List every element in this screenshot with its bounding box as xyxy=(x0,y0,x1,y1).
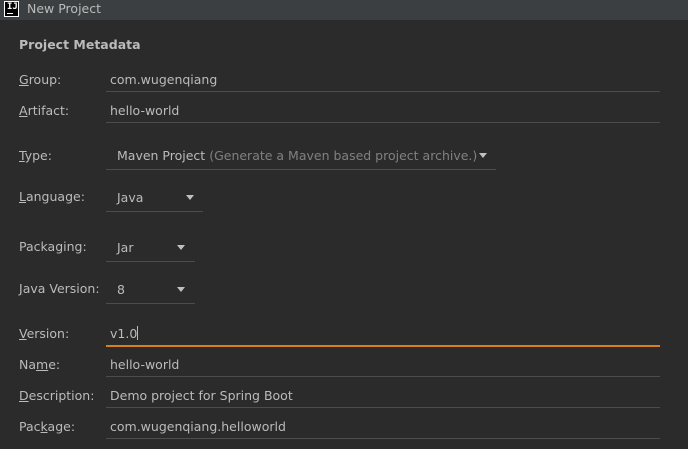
package-field[interactable]: com.wugenqiang.helloworld xyxy=(106,417,660,439)
artifact-label: Artifact: xyxy=(19,103,69,118)
type-hint: (Generate a Maven based project archive.… xyxy=(209,148,478,163)
version-field[interactable]: v1.0 xyxy=(106,324,660,347)
type-label-rest: ype: xyxy=(24,148,52,163)
description-value: Demo project for Spring Boot xyxy=(110,388,293,403)
description-label-mnemonic: D xyxy=(19,388,29,403)
package-label-mnemonic: k xyxy=(40,419,48,434)
chevron-down-icon[interactable] xyxy=(177,287,185,292)
version-label: Version: xyxy=(19,326,69,341)
artifact-label-mnemonic: A xyxy=(19,103,28,118)
app-icon-bar xyxy=(7,13,13,14)
chevron-down-icon[interactable] xyxy=(479,153,487,158)
java-version-select[interactable]: 8 xyxy=(106,276,195,304)
language-label-mnemonic: L xyxy=(19,189,26,204)
version-label-rest: ersion: xyxy=(26,326,70,341)
artifact-label-rest: rtifact: xyxy=(27,103,70,118)
section-title: Project Metadata xyxy=(19,37,141,52)
java-version-value: 8 xyxy=(117,282,125,297)
version-value: v1.0 xyxy=(110,326,139,341)
name-label-rest: e: xyxy=(48,357,61,372)
packaging-label: Packaging: xyxy=(19,239,87,254)
chevron-down-icon[interactable] xyxy=(186,195,194,200)
name-field[interactable]: hello-world xyxy=(106,355,660,377)
type-selected: Maven Project xyxy=(117,148,206,163)
package-label: Package: xyxy=(19,419,75,434)
description-field[interactable]: Demo project for Spring Boot xyxy=(106,386,660,408)
version-label-mnemonic: V xyxy=(19,326,27,341)
group-field[interactable]: com.wugenqiang xyxy=(106,70,660,92)
title-bar: IJ New Project xyxy=(0,0,688,20)
name-label-mnemonic: m xyxy=(36,357,49,372)
chevron-down-icon[interactable] xyxy=(177,245,185,250)
language-select[interactable]: Java xyxy=(106,184,203,212)
package-label-rest: age: xyxy=(47,419,76,434)
group-label: Group: xyxy=(19,72,61,87)
name-value: hello-world xyxy=(110,357,180,372)
group-label-rest: roup: xyxy=(28,72,62,87)
type-value: Maven Project (Generate a Maven based pr… xyxy=(117,148,477,163)
name-label-pre: Na xyxy=(19,357,37,372)
package-label-pre: Pac xyxy=(19,419,41,434)
java-version-label: Java Version: xyxy=(19,281,100,296)
packaging-value: Jar xyxy=(117,240,134,255)
text-caret xyxy=(137,326,139,340)
version-text: v1.0 xyxy=(110,326,138,341)
package-value: com.wugenqiang.helloworld xyxy=(110,419,286,434)
language-label: Language: xyxy=(19,189,85,204)
artifact-field[interactable]: hello-world xyxy=(106,101,660,123)
packaging-select[interactable]: Jar xyxy=(106,234,195,262)
description-label: Description: xyxy=(19,388,94,403)
group-value: com.wugenqiang xyxy=(110,72,218,87)
intellij-app-icon: IJ xyxy=(4,1,19,17)
type-label: Type: xyxy=(19,148,52,163)
artifact-value: hello-world xyxy=(110,103,180,118)
language-label-rest: anguage: xyxy=(25,189,85,204)
window-title: New Project xyxy=(27,1,102,16)
name-label: Name: xyxy=(19,357,60,372)
group-label-mnemonic: G xyxy=(19,72,29,87)
app-icon-text: IJ xyxy=(7,2,18,12)
type-select[interactable]: Maven Project (Generate a Maven based pr… xyxy=(106,142,496,170)
language-value: Java xyxy=(117,190,144,205)
description-label-rest: escription: xyxy=(28,388,95,403)
java-version-label-rest: ava Version: xyxy=(22,281,100,296)
